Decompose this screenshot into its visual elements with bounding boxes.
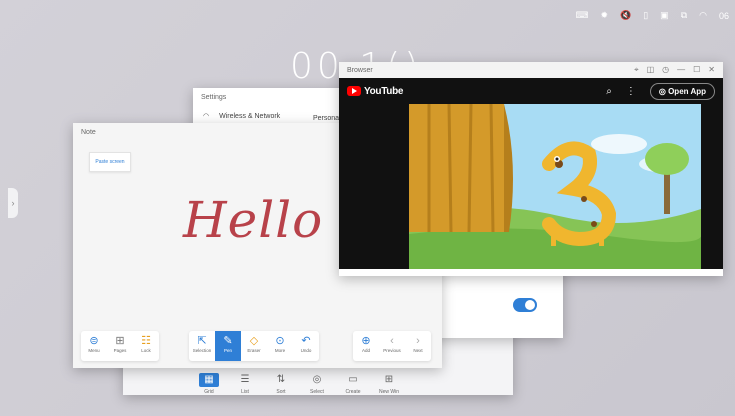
network-icon[interactable]: ⧉ (681, 10, 687, 21)
browser-titlebar[interactable]: Browser ⌖ ◫ ◷ — ☐ ✕ (339, 62, 723, 78)
note-toolbar-right: ⊕ Add ‹ Previous › Next (353, 331, 431, 361)
maximize-icon[interactable]: ☐ (693, 65, 700, 75)
pen-tool[interactable]: ✎ Pen (215, 331, 241, 361)
settings-title: Settings (201, 93, 227, 101)
paste-screen-button[interactable]: Paste screen (89, 152, 131, 172)
pages-icon: ⊞ (115, 335, 125, 347)
note-toolbar-left: ⊜ Menu ⊞ Pages ☷ Lock (81, 331, 159, 361)
restore-icon[interactable]: ◫ (647, 65, 655, 75)
select-button[interactable]: ◎ Select (306, 373, 328, 395)
more-vert-icon[interactable]: ⋮ (626, 86, 636, 97)
add-page-tool[interactable]: ⊕ Add (353, 331, 379, 361)
open-app-button[interactable]: ◎ Open App (649, 82, 715, 100)
lock-tool[interactable]: ☷ Lock (133, 331, 159, 361)
undo-tool[interactable]: ↶ Undo (293, 331, 319, 361)
minimize-icon[interactable]: — (677, 65, 685, 75)
keyboard-icon[interactable]: ⌨ (575, 10, 588, 21)
settings-item-label: Wireless & Network (219, 112, 281, 120)
usb-icon[interactable]: ▯ (643, 10, 648, 21)
screen-icon[interactable]: ▣ (660, 10, 669, 21)
settings-item-personal[interactable]: Persona (313, 115, 339, 122)
screenshot-icon[interactable]: ◷ (662, 65, 669, 75)
select-icon: ◎ (312, 374, 322, 385)
grid-view-button[interactable]: ▦ Grid (198, 373, 220, 395)
menu-icon: ⊜ (89, 335, 99, 347)
mute-icon[interactable]: 🔇 (620, 10, 631, 21)
search-icon[interactable]: ⌕ (606, 86, 612, 97)
side-panel-handle[interactable]: › (8, 188, 18, 218)
previous-page-tool[interactable]: ‹ Previous (379, 331, 405, 361)
note-toolbar-middle: ⇱ Selection ✎ Pen ◇ Eraser ⊙ More ↶ Undo (189, 331, 319, 361)
settings-item-wireless[interactable]: ◠ Wireless & Network (203, 112, 281, 121)
pin-icon[interactable]: ⌖ (634, 65, 639, 75)
youtube-logo[interactable]: YouTube (347, 86, 404, 97)
wifi-settings-icon: ◠ (203, 113, 210, 120)
handwriting-content: Hello (183, 191, 324, 249)
folder-icon: ▭ (348, 374, 358, 385)
lock-icon: ☷ (141, 335, 151, 347)
menu-tool[interactable]: ⊜ Menu (81, 331, 107, 361)
new-window-button[interactable]: ⊞ New Win (378, 373, 400, 395)
video-player[interactable] (409, 104, 701, 269)
grid-icon: ▦ (199, 373, 219, 387)
pen-icon: ✎ (223, 335, 233, 347)
more-tool[interactable]: ⊙ More (267, 331, 293, 361)
create-folder-button[interactable]: ▭ Create (342, 373, 364, 395)
eraser-icon: ◇ (249, 335, 259, 347)
sort-icon: ⇅ (276, 374, 286, 385)
list-view-button[interactable]: ☰ List (234, 373, 256, 395)
close-icon[interactable]: ✕ (708, 65, 715, 75)
undo-icon: ↶ (301, 335, 311, 347)
browser-window: Browser ⌖ ◫ ◷ — ☐ ✕ YouTube ⌕ ⋮ ◎ Open A… (339, 62, 723, 276)
browser-title: Browser (347, 66, 373, 74)
wifi-icon[interactable]: ◠ (699, 10, 707, 21)
settings-toggle[interactable] (513, 298, 537, 312)
status-bar: ⌨ ✹ 🔇 ▯ ▣ ⧉ ◠ 06 (575, 10, 729, 21)
cursor-icon: ⇱ (197, 335, 207, 347)
sort-button[interactable]: ⇅ Sort (270, 373, 292, 395)
video-frame (409, 104, 701, 269)
next-page-tool[interactable]: › Next (405, 331, 431, 361)
note-title: Note (81, 128, 96, 136)
youtube-play-icon (347, 86, 361, 96)
browser-bottom-bar (339, 269, 723, 276)
selection-tool[interactable]: ⇱ Selection (189, 331, 215, 361)
status-time: 06 (718, 10, 729, 21)
eraser-tool[interactable]: ◇ Eraser (241, 331, 267, 361)
more-icon: ⊙ (275, 335, 285, 347)
files-toolbar: ▦ Grid ☰ List ⇅ Sort ◎ Select ▭ Create ⊞… (198, 373, 400, 395)
account-icon: ◎ (658, 86, 666, 96)
list-icon: ☰ (240, 374, 250, 385)
add-icon: ⊕ (361, 335, 371, 347)
youtube-header: YouTube ⌕ ⋮ ◎ Open App (339, 78, 723, 104)
chevron-left-icon: ‹ (390, 335, 394, 347)
brightness-icon[interactable]: ✹ (600, 10, 608, 21)
chevron-right-icon: › (416, 335, 420, 347)
pages-tool[interactable]: ⊞ Pages (107, 331, 133, 361)
new-window-icon: ⊞ (384, 374, 394, 385)
